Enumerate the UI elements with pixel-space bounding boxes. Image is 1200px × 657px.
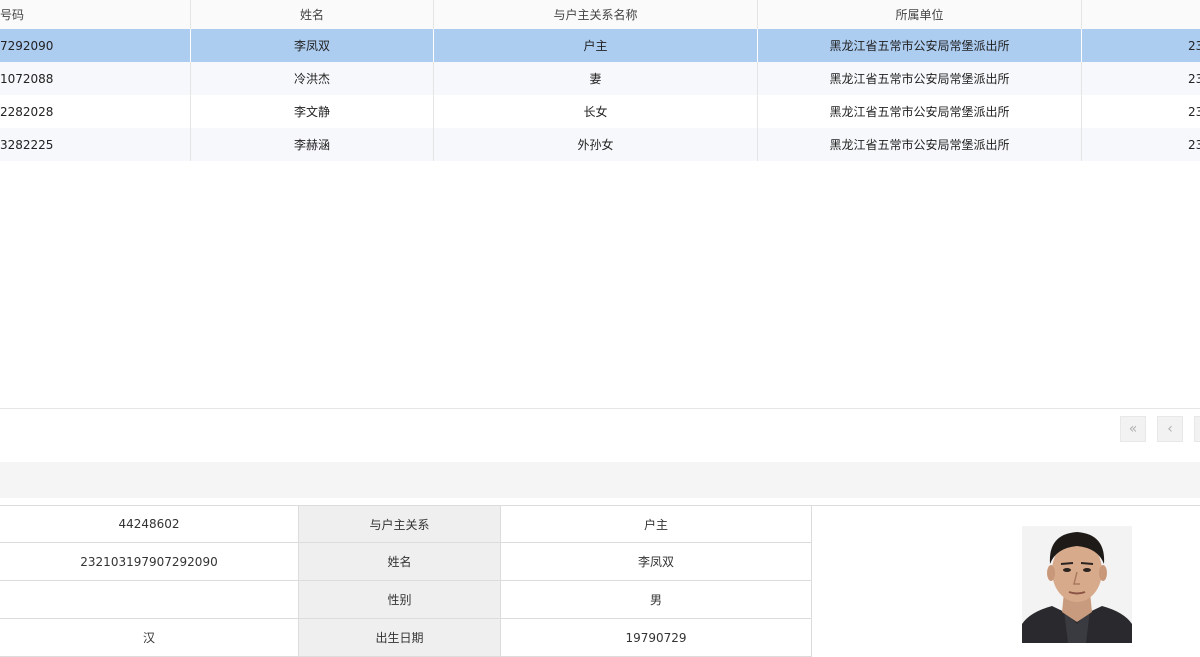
row-unit: 黑龙江省五常市公安局常堡派出所 — [758, 62, 1082, 95]
detail-ethnicity: 汉 — [0, 619, 299, 657]
col-header-unit[interactable]: 所属单位 — [758, 0, 1082, 29]
table-row[interactable]: 3282225 李赫涵 外孙女 黑龙江省五常市公安局常堡派出所 230184 — [0, 128, 1200, 161]
pager-bar: « ‹ — [0, 409, 1200, 449]
row-unit: 黑龙江省五常市公安局常堡派出所 — [758, 95, 1082, 128]
person-photo — [1022, 526, 1132, 643]
value-gender: 男 — [501, 581, 812, 619]
table-row[interactable]: 1072088 冷洪杰 妻 黑龙江省五常市公安局常堡派出所 230184 — [0, 62, 1200, 95]
col-header-id[interactable]: 号码 — [0, 0, 191, 29]
row-code: 230184 — [1082, 128, 1200, 161]
first-page-button[interactable]: « — [1120, 416, 1146, 442]
row-relation: 长女 — [434, 95, 758, 128]
row-name: 冷洪杰 — [191, 62, 434, 95]
label-birthdate: 出生日期 — [299, 619, 501, 657]
value-name: 李凤双 — [501, 543, 812, 581]
person-detail-table: 44248602 与户主关系 户主 232103197907292090 姓名 … — [0, 505, 1200, 657]
detail-id-number: 232103197907292090 — [0, 543, 299, 581]
row-code: 230184 — [1082, 95, 1200, 128]
value-birthdate: 19790729 — [501, 619, 812, 657]
next-page-button[interactable] — [1194, 416, 1200, 442]
portrait-image — [1022, 526, 1132, 643]
photo-cell — [811, 505, 1200, 656]
row-name: 李凤双 — [191, 29, 434, 62]
row-id: 2282028 — [0, 95, 191, 128]
row-name: 李文静 — [191, 95, 434, 128]
row-relation: 户主 — [434, 29, 758, 62]
row-code: 230184 — [1082, 62, 1200, 95]
row-id: 1072088 — [0, 62, 191, 95]
detail-household-no: 44248602 — [0, 505, 299, 543]
prev-page-button[interactable]: ‹ — [1157, 416, 1183, 442]
section-divider-bar — [0, 462, 1200, 498]
grid-header: 号码 姓名 与户主关系名称 所属单位 — [0, 0, 1200, 30]
label-gender: 性别 — [299, 581, 501, 619]
row-id: 7292090 — [0, 29, 191, 62]
household-grid: 号码 姓名 与户主关系名称 所属单位 7292090 李凤双 户主 黑龙江省五常… — [0, 0, 1200, 409]
label-relation: 与户主关系 — [299, 505, 501, 543]
label-name: 姓名 — [299, 543, 501, 581]
row-unit: 黑龙江省五常市公安局常堡派出所 — [758, 128, 1082, 161]
row-code: 230184 — [1082, 29, 1200, 62]
row-name: 李赫涵 — [191, 128, 434, 161]
table-row[interactable]: 2282028 李文静 长女 黑龙江省五常市公安局常堡派出所 230184 — [0, 95, 1200, 128]
row-relation: 妻 — [434, 62, 758, 95]
value-relation: 户主 — [501, 505, 812, 543]
prev-page-icon: ‹ — [1167, 421, 1173, 437]
row-unit: 黑龙江省五常市公安局常堡派出所 — [758, 29, 1082, 62]
detail-blank — [0, 581, 299, 619]
col-header-code[interactable] — [1082, 0, 1200, 29]
table-row[interactable]: 7292090 李凤双 户主 黑龙江省五常市公安局常堡派出所 230184 — [0, 29, 1200, 62]
row-id: 3282225 — [0, 128, 191, 161]
first-page-icon: « — [1128, 421, 1138, 437]
col-header-name[interactable]: 姓名 — [191, 0, 434, 29]
row-relation: 外孙女 — [434, 128, 758, 161]
col-header-relation[interactable]: 与户主关系名称 — [434, 0, 758, 29]
